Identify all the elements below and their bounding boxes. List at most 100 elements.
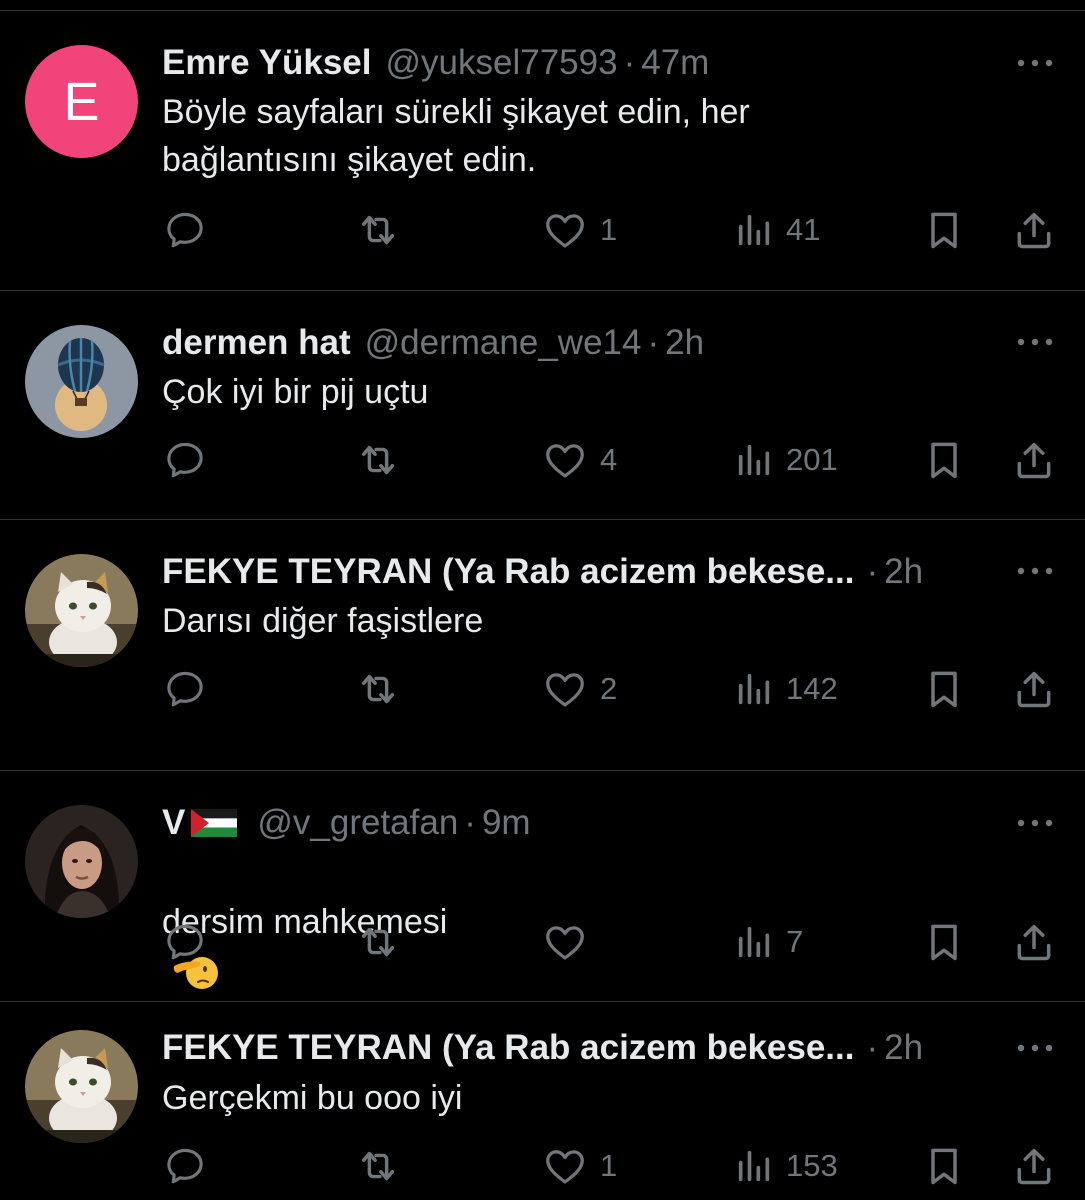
- reply-button[interactable]: [163, 1141, 207, 1191]
- share-button[interactable]: [1012, 1141, 1056, 1191]
- view-count: 41: [786, 212, 821, 247]
- more-horizontal-icon[interactable]: [1015, 336, 1055, 348]
- avatar[interactable]: [25, 1030, 138, 1143]
- avatar[interactable]: [25, 554, 138, 667]
- views-button[interactable]: 142: [734, 664, 838, 714]
- more-horizontal-icon[interactable]: [1015, 817, 1055, 829]
- views-button[interactable]: 153: [734, 1141, 838, 1191]
- tweet-header: FEKYE TEYRAN (Ya Rab acizem bekese... · …: [162, 1026, 923, 1070]
- more-horizontal-icon[interactable]: [1015, 565, 1055, 577]
- view-count: 142: [786, 671, 838, 706]
- bookmark-icon: [922, 920, 966, 964]
- like-count: 4: [600, 442, 618, 477]
- more-horizontal-icon[interactable]: [1015, 57, 1055, 69]
- like-button[interactable]: 2: [542, 664, 617, 714]
- bookmark-button[interactable]: [922, 1141, 966, 1191]
- tweet[interactable]: dermen hat @dermane_we14 · 2h Çok iyi bi…: [0, 291, 1085, 520]
- share-button[interactable]: [1012, 664, 1056, 714]
- heart-icon: [542, 207, 588, 253]
- share-button[interactable]: [1012, 435, 1056, 485]
- bookmark-icon: [922, 667, 966, 711]
- display-name[interactable]: FEKYE TEYRAN (Ya Rab acizem bekese...: [162, 552, 854, 592]
- like-button[interactable]: 4: [542, 435, 617, 485]
- avatar-image: [25, 554, 138, 667]
- bookmark-icon: [922, 438, 966, 482]
- retweet-button[interactable]: [355, 435, 401, 485]
- bookmark-button[interactable]: [922, 917, 966, 967]
- retweet-icon: [355, 207, 401, 253]
- heart-icon: [542, 919, 588, 965]
- tweet[interactable]: FEKYE TEYRAN (Ya Rab acizem bekese... · …: [0, 520, 1085, 771]
- retweet-button[interactable]: [355, 205, 401, 255]
- retweet-button[interactable]: [355, 1141, 401, 1191]
- display-name[interactable]: V: [162, 803, 185, 843]
- separator: ·: [647, 323, 660, 362]
- like-count: 1: [600, 212, 618, 247]
- display-name[interactable]: Emre Yüksel: [162, 43, 372, 83]
- heart-icon: [542, 1143, 588, 1189]
- avatar[interactable]: E: [25, 45, 138, 158]
- reply-button[interactable]: [163, 664, 207, 714]
- views-button[interactable]: 7: [734, 917, 803, 967]
- action-bar: 1 153: [0, 1141, 1085, 1191]
- handle[interactable]: @v_gretafan: [257, 803, 458, 843]
- views-chart-icon: [734, 440, 774, 480]
- reply-button[interactable]: [163, 435, 207, 485]
- avatar-image: [25, 325, 138, 438]
- avatar-image: [25, 805, 138, 918]
- reply-button[interactable]: [163, 205, 207, 255]
- timestamp[interactable]: 9m: [482, 803, 531, 843]
- display-name[interactable]: dermen hat: [162, 323, 351, 363]
- views-chart-icon: [734, 922, 774, 962]
- bookmark-button[interactable]: [922, 664, 966, 714]
- avatar-letter: E: [63, 71, 100, 132]
- avatar-image: [25, 1030, 138, 1143]
- display-name[interactable]: FEKYE TEYRAN (Ya Rab acizem bekese...: [162, 1028, 854, 1068]
- tweet-text: Çok iyi bir pij uçtu: [162, 373, 429, 411]
- share-icon: [1012, 1144, 1056, 1188]
- like-button[interactable]: 1: [542, 1141, 617, 1191]
- share-button[interactable]: [1012, 917, 1056, 967]
- timestamp[interactable]: 47m: [641, 43, 709, 83]
- like-button[interactable]: [542, 917, 600, 967]
- views-chart-icon: [734, 1146, 774, 1186]
- action-bar: 7: [0, 917, 1085, 967]
- timestamp[interactable]: 2h: [884, 552, 923, 592]
- action-bar: 4 201: [0, 435, 1085, 485]
- tweet-header: Emre Yüksel @yuksel77593 · 47m: [162, 41, 709, 85]
- view-count: 153: [786, 1148, 838, 1183]
- reply-icon: [163, 667, 207, 711]
- action-bar: 1 41: [0, 205, 1085, 255]
- retweet-icon: [355, 437, 401, 483]
- reply-icon: [163, 1144, 207, 1188]
- tweet[interactable]: FEKYE TEYRAN (Ya Rab acizem bekese... · …: [0, 1002, 1085, 1200]
- bookmark-button[interactable]: [922, 435, 966, 485]
- like-button[interactable]: 1: [542, 205, 617, 255]
- avatar[interactable]: [25, 805, 138, 918]
- bookmark-button[interactable]: [922, 205, 966, 255]
- action-bar: 2 142: [0, 664, 1085, 714]
- timestamp[interactable]: 2h: [665, 323, 704, 363]
- tweet[interactable]: V @v_gretafan · 9m dersim mahkemesi 7: [0, 771, 1085, 1002]
- like-count: 2: [600, 671, 618, 706]
- bookmark-icon: [922, 208, 966, 252]
- views-chart-icon: [734, 669, 774, 709]
- retweet-button[interactable]: [355, 917, 401, 967]
- retweet-button[interactable]: [355, 664, 401, 714]
- tweet-text: Darısı diğer faşistlere: [162, 602, 484, 640]
- separator: ·: [464, 803, 476, 842]
- reply-button[interactable]: [163, 917, 207, 967]
- tweet-text: Böyle sayfaları sürekli şikayet edin, he…: [162, 93, 750, 179]
- view-count: 7: [786, 924, 804, 959]
- views-button[interactable]: 201: [734, 435, 838, 485]
- reply-icon: [163, 920, 207, 964]
- share-button[interactable]: [1012, 205, 1056, 255]
- tweet[interactable]: E Emre Yüksel @yuksel77593 · 47m Böyle s…: [0, 11, 1085, 291]
- views-button[interactable]: 41: [734, 205, 820, 255]
- like-count: 1: [600, 1148, 618, 1183]
- handle[interactable]: @dermane_we14: [365, 323, 642, 363]
- avatar[interactable]: [25, 325, 138, 438]
- handle[interactable]: @yuksel77593: [386, 43, 618, 83]
- timestamp[interactable]: 2h: [884, 1028, 923, 1068]
- more-horizontal-icon[interactable]: [1015, 1042, 1055, 1054]
